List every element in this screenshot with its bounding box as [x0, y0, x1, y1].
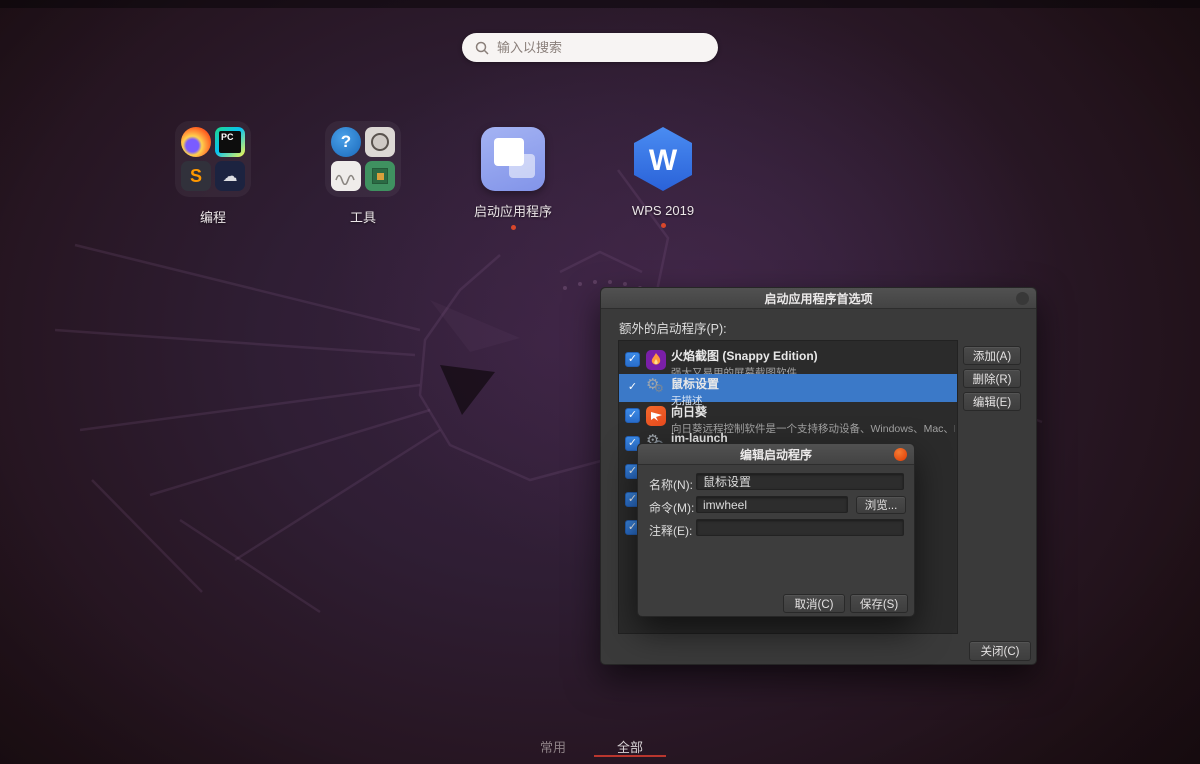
close-icon[interactable] — [1016, 292, 1029, 305]
comment-field[interactable] — [696, 519, 904, 536]
sublime-text-icon: S — [181, 161, 211, 191]
comment-label: 注释(E): — [649, 522, 692, 539]
hardware-chip-icon — [365, 161, 395, 191]
item-title: 向日葵 — [671, 403, 955, 420]
gears-icon: ⚙⚙ — [646, 378, 666, 398]
command-label: 命令(M): — [649, 499, 694, 516]
active-tab-underline — [594, 755, 666, 757]
remove-button[interactable]: 删除(R) — [963, 369, 1021, 388]
window-titlebar[interactable]: 启动应用程序首选项 — [601, 288, 1036, 309]
sunflower-icon — [646, 406, 666, 426]
list-item-sunflower[interactable]: ✓ 向日葵 向日葵远程控制软件是一个支持移动设备、Windows、Mac、Lin — [619, 402, 957, 430]
folder-tools-icon: ? — [325, 121, 401, 197]
command-field[interactable] — [696, 496, 848, 513]
running-dot — [661, 223, 666, 228]
overview-page-tabs: 常用 全部 — [0, 735, 1200, 761]
app-wps-2019[interactable]: W WPS 2019 — [603, 121, 723, 236]
item-title: 鼠标设置 — [671, 375, 955, 392]
running-dot — [511, 225, 516, 230]
search-input[interactable] — [497, 40, 687, 55]
app-label: WPS 2019 — [632, 203, 694, 218]
name-label: 名称(N): — [649, 476, 693, 493]
app-label: 工具 — [350, 207, 376, 226]
close-icon[interactable] — [894, 448, 907, 461]
help-icon: ? — [331, 127, 361, 157]
tab-frequent[interactable]: 常用 — [540, 737, 566, 756]
window-titlebar[interactable]: 编辑启动程序 — [638, 444, 914, 465]
pycharm-icon: PC — [215, 127, 245, 157]
app-label: 启动应用程序 — [474, 201, 552, 220]
flameshot-icon — [646, 350, 666, 370]
startup-applications-icon — [481, 127, 545, 191]
search-bar[interactable] — [462, 33, 718, 62]
disks-icon — [365, 127, 395, 157]
additional-programs-label: 额外的启动程序(P): — [619, 318, 727, 337]
cloud-app-icon: ☁ — [215, 161, 245, 191]
checkbox-checked[interactable]: ✓ — [625, 380, 640, 395]
search-icon — [475, 41, 489, 55]
app-startup-applications[interactable]: 启动应用程序 — [453, 121, 573, 236]
window-title: 编辑启动程序 — [740, 446, 812, 463]
wps-icon: W — [631, 125, 695, 193]
firefox-icon — [181, 127, 211, 157]
checkbox-checked[interactable]: ✓ — [625, 408, 640, 423]
tab-all[interactable]: 全部 — [617, 737, 643, 756]
checkbox-checked[interactable]: ✓ — [625, 352, 640, 367]
list-item-mouse-settings[interactable]: ✓ ⚙⚙ 鼠标设置 无描述 — [619, 374, 957, 402]
browse-button[interactable]: 浏览... — [856, 496, 906, 514]
cancel-button[interactable]: 取消(C) — [783, 594, 845, 613]
app-grid: PC S ☁ 编程 ? 工具 启动应用程序 — [153, 121, 753, 236]
top-bar — [0, 0, 1200, 8]
name-field[interactable] — [696, 473, 904, 490]
save-button[interactable]: 保存(S) — [850, 594, 908, 613]
edit-button[interactable]: 编辑(E) — [963, 392, 1021, 411]
item-title: 火焰截图 (Snappy Edition) — [671, 347, 955, 364]
svg-text:W: W — [649, 144, 678, 177]
folder-programming-icon: PC S ☁ — [175, 121, 251, 197]
app-label: 编程 — [200, 207, 226, 226]
list-item-flameshot[interactable]: ✓ 火焰截图 (Snappy Edition) 强大又易用的屏幕截图软件 — [619, 346, 957, 374]
close-button[interactable]: 关闭(C) — [969, 641, 1031, 661]
edit-startup-program-window: 编辑启动程序 名称(N): 命令(M): 浏览... 注释(E): 取消(C) … — [637, 443, 915, 617]
add-button[interactable]: 添加(A) — [963, 346, 1021, 365]
font-viewer-icon — [331, 161, 361, 191]
window-title: 启动应用程序首选项 — [764, 290, 872, 307]
app-folder-programming[interactable]: PC S ☁ 编程 — [153, 121, 273, 236]
app-folder-tools[interactable]: ? 工具 — [303, 121, 423, 236]
